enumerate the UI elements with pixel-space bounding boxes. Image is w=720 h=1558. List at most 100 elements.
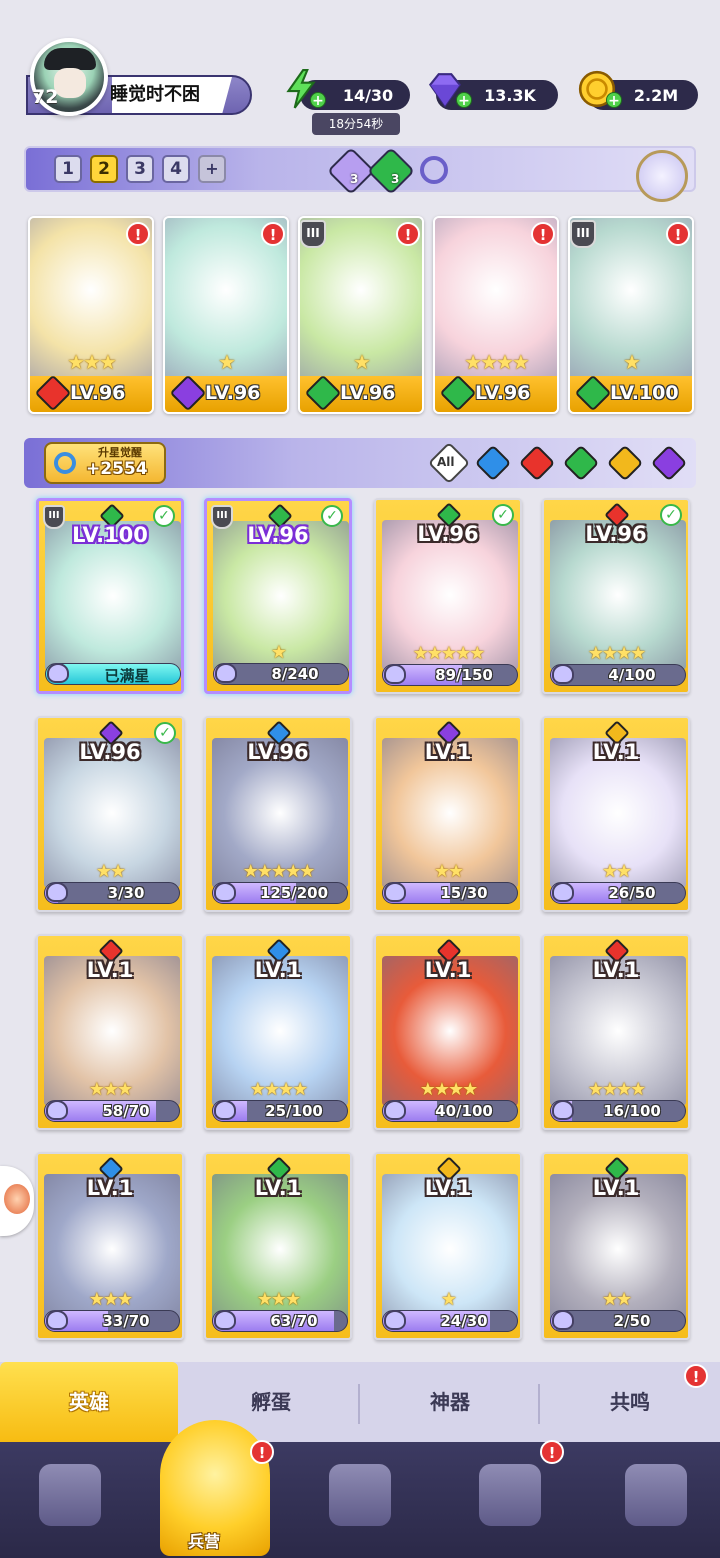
hero-card[interactable]: LV.1 ★ 24/30 (374, 1152, 522, 1340)
hero-level: LV.96 (205, 382, 261, 404)
shard-progress-text: 26/50 (608, 884, 656, 902)
hero-card[interactable]: III ✓ LV.96 ★ 8/240 (204, 498, 352, 694)
hero-card[interactable]: ✓ LV.96 ★★★★★ 89/150 (374, 498, 522, 694)
hero-level: LV.100 (610, 382, 679, 404)
team-tab-1[interactable]: 1 (54, 155, 82, 183)
hero-alert-badge: ! (261, 222, 285, 246)
hero-card[interactable]: LV.1 ★★★★ 16/100 (542, 934, 690, 1130)
add-team-button[interactable]: + (198, 155, 226, 183)
guild-icon (625, 1464, 687, 1526)
hero-stars: ★ (353, 350, 371, 374)
hero-stars: ★★★★★ (412, 643, 486, 664)
shard-progress-text: 3/30 (107, 884, 145, 902)
hero-stars: ★★★ (67, 350, 117, 374)
shard-progress-text: 25/100 (265, 1102, 323, 1120)
hero-level: LV.96 (340, 382, 396, 404)
hero-card[interactable]: LV.1 ★★★ 63/70 (204, 1152, 352, 1340)
shard-icon (214, 1100, 236, 1120)
hero-card[interactable]: LV.1 ★★★ 58/70 (36, 934, 184, 1130)
map-icon (329, 1464, 391, 1526)
shard-icon (46, 1100, 68, 1120)
hero-card[interactable]: ✓ LV.96 ★★ 3/30 (36, 716, 184, 912)
gold-value: 2.2M (633, 85, 679, 105)
hero-card[interactable]: LV.1 ★★ 2/50 (542, 1152, 690, 1340)
hero-level: LV.96 (247, 740, 309, 764)
hero-level: LV.1 (254, 1176, 302, 1200)
hero-card[interactable]: LV.1 ★★★★ 25/100 (204, 934, 352, 1130)
hero-stars: ★ (218, 350, 236, 374)
hero-card[interactable]: LV.1 ★★★★ 40/100 (374, 934, 522, 1130)
hero-card[interactable]: LV.96 ★★★★★ 125/200 (204, 716, 352, 912)
shard-progress-text: 125/200 (259, 884, 329, 902)
purple-team-count: 3 (350, 172, 359, 186)
hero-stars: ★★ (95, 861, 126, 882)
team-tab-4[interactable]: 4 (162, 155, 190, 183)
hero-alert-badge: ! (666, 222, 690, 246)
gems-value: 13.3K (484, 85, 536, 105)
hero-level: LV.1 (424, 958, 472, 982)
hero-level: LV.96 (247, 523, 309, 547)
search-icon[interactable] (420, 156, 448, 184)
shard-progress-text: 63/70 (270, 1312, 318, 1330)
nav-shop[interactable] (454, 1450, 564, 1550)
shard-icon (46, 1310, 68, 1330)
shard-progress-text: 4/100 (608, 666, 656, 684)
hero-stars: ★★★ (88, 1079, 133, 1100)
hero-stars: ★ (440, 1289, 457, 1310)
hero-stars: ★★★★★ (242, 861, 316, 882)
shard-progress-text: 2/50 (613, 1312, 651, 1330)
hero-level: LV.1 (424, 1176, 472, 1200)
hero-stars: ★★ (601, 861, 632, 882)
team-tab-3[interactable]: 3 (126, 155, 154, 183)
shard-icon (46, 882, 68, 902)
hero-alert-badge: ! (126, 222, 150, 246)
shard-icon (552, 1100, 574, 1120)
energy-timer: 18分54秒 (312, 113, 400, 135)
nav-cards[interactable] (14, 1450, 124, 1550)
hero-level: LV.1 (592, 1176, 640, 1200)
hero-card[interactable]: LV.1 ★★★ 33/70 (36, 1152, 184, 1340)
shard-icon (214, 882, 236, 902)
gold-add-icon[interactable]: + (606, 92, 622, 109)
team-settings-button[interactable] (636, 150, 688, 202)
energy-add-icon[interactable]: + (310, 92, 326, 109)
hero-alert-badge: ! (396, 222, 420, 246)
key-icon (54, 452, 76, 474)
awaken-label: 升星觉醒 (98, 446, 142, 459)
tab-artifacts[interactable]: 神器 (362, 1362, 538, 1442)
awaken-value: +2554 (86, 459, 148, 479)
hero-card[interactable]: III ✓ LV.100 已满星 (36, 498, 184, 694)
shard-icon (214, 1310, 236, 1330)
shard-progress-text: 8/240 (271, 665, 319, 683)
nav-map[interactable] (304, 1450, 414, 1550)
shard-progress-text: 33/70 (102, 1312, 150, 1330)
hero-card[interactable]: ✓ LV.96 ★★★★ 4/100 (542, 498, 690, 694)
shard-icon (552, 664, 574, 684)
hero-level: LV.1 (86, 958, 134, 982)
shard-icon (384, 664, 406, 684)
hero-stars: ★★★ (256, 1289, 301, 1310)
hero-stars: ★ (623, 350, 641, 374)
team-tab-2[interactable]: 2 (90, 155, 118, 183)
green-team-count: 3 (391, 172, 400, 186)
nav-guild[interactable] (600, 1450, 710, 1550)
shard-icon (47, 663, 69, 683)
hero-stars: ★★★★ (419, 1079, 479, 1100)
hero-level: LV.96 (475, 382, 531, 404)
hero-card[interactable]: LV.1 ★★ 26/50 (542, 716, 690, 912)
resonance-alert-badge: ! (684, 1364, 708, 1388)
hero-level: LV.96 (70, 382, 126, 404)
hero-level: LV.1 (592, 958, 640, 982)
gems-add-icon[interactable]: + (456, 92, 472, 109)
player-level: 72 (32, 86, 59, 108)
hero-stars: ★★ (433, 861, 464, 882)
side-helper-button[interactable] (0, 1166, 34, 1236)
hero-level: LV.96 (417, 522, 479, 546)
shard-progress-text: 89/150 (435, 666, 493, 684)
tab-heroes[interactable]: 英雄 (0, 1362, 178, 1442)
hero-level: LV.1 (254, 958, 302, 982)
hero-level: LV.96 (585, 522, 647, 546)
hero-card[interactable]: LV.1 ★★ 15/30 (374, 716, 522, 912)
shard-progress-text: 15/30 (440, 884, 488, 902)
shard-icon (384, 1100, 406, 1120)
